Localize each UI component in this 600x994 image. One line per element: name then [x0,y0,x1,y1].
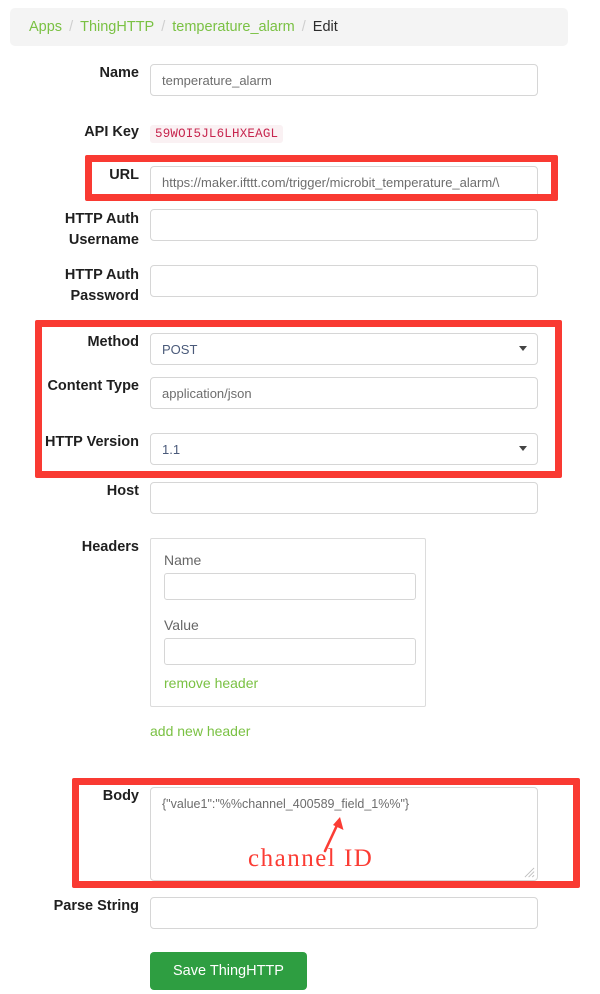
method-label: Method [87,334,139,350]
field-row-http-auth-username: HTTP Auth Username [0,209,600,251]
field-row-api-key: API Key 59WOI5JL6LHXEAGL [0,123,600,143]
headers-label: Headers [81,539,139,555]
headers-box: Name Value remove header [150,538,426,707]
thinghttp-edit-page: Apps / ThingHTTP / temperature_alarm / E… [0,0,600,994]
body-label: Body [102,788,139,804]
breadcrumb-item-thinghttp[interactable]: ThingHTTP [80,19,154,35]
header-value-label: Value [164,617,199,633]
parse-string-label: Parse String [53,898,139,914]
url-label: URL [109,167,139,183]
host-label: Host [106,483,139,499]
add-new-header-link[interactable]: add new header [150,723,250,739]
http-auth-password-label: HTTP Auth Password [0,265,150,307]
api-key-value: 59WOI5JL6LHXEAGL [150,125,284,143]
field-row-name: Name [0,64,600,96]
method-select[interactable]: POST [150,333,538,365]
field-row-method: Method POST [0,333,600,365]
url-input[interactable] [150,166,538,198]
api-key-label: API Key [84,124,139,140]
field-row-parse-string: Parse String [0,897,600,929]
breadcrumb-item-apps[interactable]: Apps [29,19,62,35]
header-name-label: Name [164,552,202,568]
header-value-input[interactable] [164,638,416,665]
http-auth-username-label: HTTP Auth Username [0,209,150,251]
field-row-url: URL [0,166,600,198]
header-name-input[interactable] [164,573,416,600]
field-row-host: Host [0,482,600,514]
http-version-label: HTTP Version [44,434,139,450]
field-row-content-type: Content Type [0,377,600,409]
http-version-select[interactable]: 1.1 [150,433,538,465]
http-auth-password-input[interactable] [150,265,538,297]
breadcrumb-separator: / [161,19,166,35]
breadcrumb-separator: / [69,19,74,35]
remove-header-link[interactable]: remove header [164,675,258,691]
http-auth-username-label-line2: Username [68,232,139,248]
http-auth-username-label-line1: HTTP Auth [64,211,139,227]
http-auth-password-label-line2: Password [70,288,140,304]
breadcrumb-item-temperature-alarm[interactable]: temperature_alarm [172,19,295,35]
http-auth-password-label-line1: HTTP Auth [64,267,139,283]
host-input[interactable] [150,482,538,514]
field-row-headers: Headers Name Value remove header add new… [0,538,600,741]
field-row-save: Save ThingHTTP [0,952,600,990]
save-thinghttp-button[interactable]: Save ThingHTTP [150,952,307,990]
content-type-input[interactable] [150,377,538,409]
field-row-http-auth-password: HTTP Auth Password [0,265,600,307]
name-input[interactable] [150,64,538,96]
http-auth-username-input[interactable] [150,209,538,241]
parse-string-input[interactable] [150,897,538,929]
field-row-body: Body [0,787,600,881]
breadcrumb-separator: / [301,19,306,35]
name-label: Name [99,65,140,81]
body-textarea[interactable] [150,787,538,881]
breadcrumb: Apps / ThingHTTP / temperature_alarm / E… [10,8,568,46]
breadcrumb-item-edit: Edit [312,19,338,35]
field-row-http-version: HTTP Version 1.1 [0,433,600,465]
content-type-label: Content Type [47,378,139,394]
